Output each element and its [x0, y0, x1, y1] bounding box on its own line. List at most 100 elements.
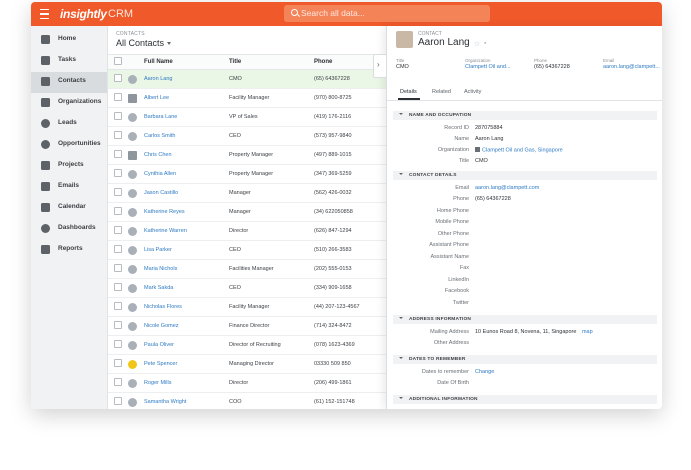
row-checkbox[interactable]	[108, 316, 128, 336]
contact-name-link[interactable]: Albert Lee	[144, 88, 229, 108]
table-row[interactable]: Nicholas Flores Facility Manager (44) 207-…	[108, 297, 386, 317]
row-checkbox[interactable]	[108, 183, 128, 203]
table-row[interactable]: Nicole Gomez Finance Director (714) 324-84…	[108, 316, 386, 336]
table-row[interactable]: Albert Lee Facility Manager (970) 800-8725	[108, 88, 386, 108]
row-checkbox[interactable]	[108, 126, 128, 146]
contact-title: VP of Sales	[229, 107, 314, 127]
summary-email[interactable]: Email aaron.lang@clampett...	[603, 58, 660, 70]
table-row[interactable]: Carlos Smith CEO (573) 957-9840	[108, 126, 386, 146]
sidebar-item-tasks[interactable]: Tasks	[31, 51, 107, 72]
tab-activity[interactable]: Activity	[464, 89, 481, 95]
row-checkbox[interactable]	[108, 69, 128, 89]
contact-name-link[interactable]: Jason Castillo	[144, 183, 229, 203]
row-checkbox[interactable]	[108, 354, 128, 374]
sidebar-item-dashboards[interactable]: Dashboards	[31, 219, 107, 240]
contact-name-link[interactable]: Roger Mills	[144, 373, 229, 393]
row-checkbox[interactable]	[108, 278, 128, 298]
contact-name-link[interactable]: Lisa Parker	[144, 240, 229, 260]
contacts-table: Full Name Title Phone Aaron Lang CMO (65) …	[108, 54, 386, 409]
section-name-occupation[interactable]: NAME AND OCCUPATION	[393, 111, 657, 120]
row-checkbox[interactable]	[108, 145, 128, 165]
contact-name-link[interactable]: Katherine Reyes	[144, 202, 229, 222]
contact-name-link[interactable]: Mark Sakda	[144, 278, 229, 298]
avatar	[128, 69, 144, 89]
section-additional-information[interactable]: ADDITIONAL INFORMATION	[393, 395, 657, 404]
section-contact-details[interactable]: CONTACT DETAILS	[393, 171, 657, 180]
row-checkbox[interactable]	[108, 164, 128, 184]
avatar	[128, 164, 144, 184]
row-checkbox[interactable]	[108, 259, 128, 279]
contact-name-link[interactable]: Chris Chen	[144, 145, 229, 165]
app-logo[interactable]: insightly	[60, 7, 107, 21]
field-value-organization[interactable]: Clampett Oil and Gas, Singapore	[475, 147, 563, 154]
section-dates-to-remember[interactable]: DATES TO REMEMBER	[393, 355, 657, 364]
contact-name-link[interactable]: Pete Spencer	[144, 354, 229, 374]
table-row[interactable]: Maria Nichols Facilities Manager (202) 555…	[108, 259, 386, 279]
table-row[interactable]: Chris Chen Property Manager (497) 889-1015	[108, 145, 386, 165]
contact-name-link[interactable]: Nicholas Flores	[144, 297, 229, 317]
sidebar-item-calendar[interactable]: Calendar	[31, 198, 107, 219]
global-search[interactable]: Search all data...	[284, 5, 490, 22]
column-title[interactable]: Title	[229, 54, 314, 70]
contact-name-link[interactable]: Nicole Gomez	[144, 316, 229, 336]
sidebar-item-label: Opportunities	[58, 140, 101, 147]
chevron-down-icon	[399, 173, 403, 175]
section-address-information[interactable]: ADDRESS INFORMATION	[393, 315, 657, 324]
organization-icon	[475, 147, 480, 152]
table-row[interactable]: Barbara Lane VP of Sales (419) 176-2116	[108, 107, 386, 127]
contact-name-link[interactable]: Paula Oliver	[144, 335, 229, 355]
sidebar-item-leads[interactable]: Leads	[31, 114, 107, 135]
row-checkbox[interactable]	[108, 335, 128, 355]
sidebar-item-opportunities[interactable]: Opportunities	[31, 135, 107, 156]
contact-name-link[interactable]: Katherine Warren	[144, 221, 229, 241]
summary-organization[interactable]: Organization Clampett Oil and...	[465, 58, 511, 70]
tab-related[interactable]: Related	[432, 89, 451, 95]
row-checkbox[interactable]	[108, 392, 128, 409]
contact-name-link[interactable]: Carlos Smith	[144, 126, 229, 146]
star-icon[interactable]: ☆	[474, 40, 480, 48]
sidebar-item-contacts[interactable]: Contacts	[31, 72, 107, 93]
sidebar-item-home[interactable]: Home	[31, 30, 107, 51]
contact-name-link[interactable]: Maria Nichols	[144, 259, 229, 279]
table-row[interactable]: Samantha Wright COO (61) 152-151748	[108, 392, 386, 409]
table-row[interactable]: Lisa Parker CEO (510) 266-3583	[108, 240, 386, 260]
row-checkbox[interactable]	[108, 221, 128, 241]
row-checkbox[interactable]	[108, 202, 128, 222]
row-checkbox[interactable]	[108, 297, 128, 317]
table-row[interactable]: Katherine Warren Director (626) 847-1294	[108, 221, 386, 241]
select-all-checkbox[interactable]	[108, 54, 128, 70]
table-row[interactable]: Roger Mills Director (206) 499-1861	[108, 373, 386, 393]
field-label-mailing-address: Mailing Address	[430, 329, 469, 335]
table-row[interactable]: Aaron Lang CMO (65) 64367228	[108, 69, 386, 89]
field-label-assistant-name: Assistant Name	[430, 254, 469, 260]
tab-details[interactable]: Details	[400, 89, 417, 95]
table-row[interactable]: Pete Spencer Managing Director 03330 509 8…	[108, 354, 386, 374]
contact-name-link[interactable]: Cynthia Allen	[144, 164, 229, 184]
sidebar-item-emails[interactable]: Emails	[31, 177, 107, 198]
sidebar-item-projects[interactable]: Projects	[31, 156, 107, 177]
field-value-email[interactable]: aaron.lang@clampett.com	[475, 185, 539, 191]
avatar	[128, 297, 144, 317]
column-full-name[interactable]: Full Name	[144, 54, 229, 70]
sidebar-item-reports[interactable]: Reports	[31, 240, 107, 261]
row-checkbox[interactable]	[108, 88, 128, 108]
change-dates-link[interactable]: Change	[475, 369, 494, 375]
menu-icon[interactable]	[40, 9, 49, 19]
row-checkbox[interactable]	[108, 240, 128, 260]
table-row[interactable]: Mark Sakda CEO (334) 909-1658	[108, 278, 386, 298]
row-checkbox[interactable]	[108, 373, 128, 393]
contact-name-link[interactable]: Samantha Wright	[144, 392, 229, 409]
list-view-selector[interactable]: All Contacts	[116, 38, 172, 48]
collapse-detail-button[interactable]: ›	[373, 54, 387, 78]
contacts-list-panel: CONTACTS All Contacts Full Name Title Ph…	[108, 26, 386, 409]
row-checkbox[interactable]	[108, 107, 128, 127]
contact-name-link[interactable]: Barbara Lane	[144, 107, 229, 127]
sidebar-item-organizations[interactable]: Organizations	[31, 93, 107, 114]
search-input[interactable]: Search all data...	[301, 8, 365, 18]
contact-name-link[interactable]: Aaron Lang	[144, 69, 229, 89]
table-row[interactable]: Katherine Reyes Manager (34) 622050858	[108, 202, 386, 222]
table-row[interactable]: Jason Castillo Manager (562) 426-0032	[108, 183, 386, 203]
table-row[interactable]: Paula Oliver Director of Recruiting (078) …	[108, 335, 386, 355]
table-row[interactable]: Cynthia Allen Property Manager (347) 369-5…	[108, 164, 386, 184]
map-link[interactable]: map	[582, 329, 593, 335]
